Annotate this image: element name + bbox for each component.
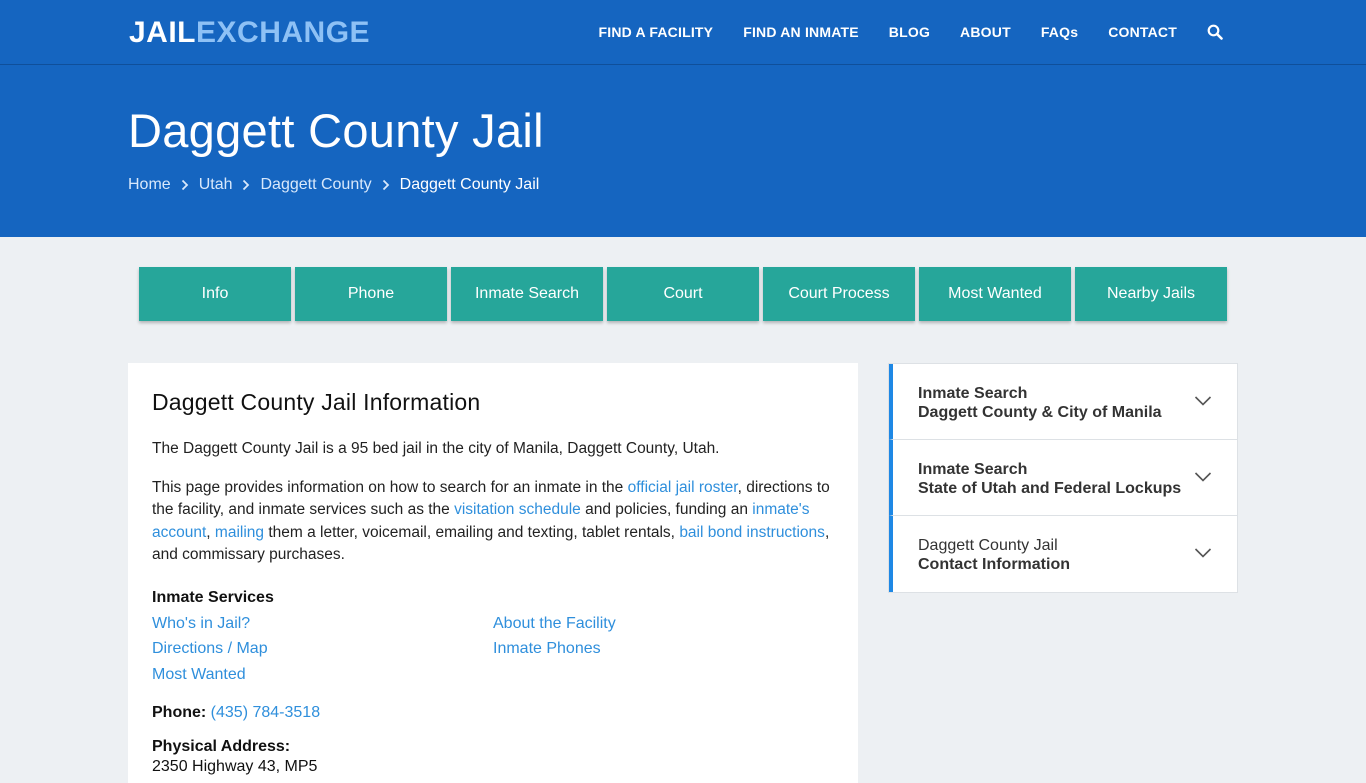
link-visitation-schedule[interactable]: visitation schedule — [454, 501, 581, 518]
accordion-inmate-search-state[interactable]: Inmate Search State of Utah and Federal … — [889, 440, 1237, 516]
accordion-subtitle: State of Utah and Federal Lockups — [918, 480, 1182, 497]
page-title: Daggett County Jail — [128, 104, 544, 157]
desc-text-3: and policies, funding an — [580, 501, 753, 518]
tab-most-wanted[interactable]: Most Wanted — [919, 267, 1071, 321]
tab-phone[interactable]: Phone — [295, 267, 447, 321]
link-mailing[interactable]: mailing — [215, 524, 264, 541]
accordion-title: Inmate Search — [918, 461, 1028, 478]
link-official-jail-roster[interactable]: official jail roster — [628, 479, 738, 496]
tab-nearby-jails[interactable]: Nearby Jails — [1075, 267, 1227, 321]
breadcrumb-state[interactable]: Utah — [199, 176, 233, 194]
nav-faqs[interactable]: FAQs — [1041, 24, 1078, 40]
chevron-down-icon — [1194, 548, 1212, 558]
service-most-wanted[interactable]: Most Wanted — [152, 664, 493, 686]
info-card: Daggett County Jail Information The Dagg… — [128, 363, 858, 783]
hero-banner: Daggett County Jail Home Utah Daggett Co… — [0, 65, 1366, 237]
nav-find-inmate[interactable]: FIND AN INMATE — [743, 24, 859, 40]
accordion-title: Inmate Search — [918, 385, 1028, 402]
accordion-subtitle: Daggett County & City of Manila — [918, 404, 1162, 421]
chevron-right-icon — [243, 179, 250, 191]
nav-find-facility[interactable]: FIND A FACILITY — [598, 24, 713, 40]
description-text: This page provides information on how to… — [152, 477, 834, 567]
chevron-right-icon — [382, 179, 389, 191]
breadcrumb-home[interactable]: Home — [128, 176, 171, 194]
service-whos-in-jail[interactable]: Who's in Jail? — [152, 613, 493, 635]
accordion-inmate-search-county[interactable]: Inmate Search Daggett County & City of M… — [889, 364, 1237, 440]
address-label: Physical Address: — [152, 738, 291, 755]
main-nav: FIND A FACILITY FIND AN INMATE BLOG ABOU… — [598, 0, 1366, 64]
chevron-right-icon — [181, 179, 188, 191]
logo-part2: EXCHANGE — [196, 16, 371, 49]
nav-contact[interactable]: CONTACT — [1108, 24, 1177, 40]
chevron-down-icon — [1194, 396, 1212, 406]
desc-text-4: , — [206, 523, 215, 541]
accordion-title: Daggett County Jail — [918, 537, 1058, 554]
site-logo[interactable]: JAILEXCHANGE — [129, 16, 370, 50]
info-heading: Daggett County Jail Information — [152, 389, 481, 415]
phone-line: Phone: (435) 784-3518 — [152, 704, 834, 722]
service-inmate-phones[interactable]: Inmate Phones — [493, 638, 793, 660]
chevron-down-icon — [1194, 472, 1212, 482]
accordion-subtitle: Contact Information — [918, 556, 1070, 573]
service-about-facility[interactable]: About the Facility — [493, 613, 793, 635]
breadcrumb: Home Utah Daggett County Daggett County … — [128, 176, 539, 194]
section-tabs: Info Phone Inmate Search Court Court Pro… — [139, 267, 1231, 321]
accordion-contact-info[interactable]: Daggett County Jail Contact Information — [889, 516, 1237, 592]
search-icon — [1207, 24, 1223, 40]
tab-info[interactable]: Info — [139, 267, 291, 321]
services-list: Who's in Jail? About the Facility Direct… — [152, 613, 834, 686]
search-button[interactable] — [1207, 24, 1223, 40]
nav-about[interactable]: ABOUT — [960, 24, 1011, 40]
tab-court-process[interactable]: Court Process — [763, 267, 915, 321]
tab-inmate-search[interactable]: Inmate Search — [451, 267, 603, 321]
link-bail-bond-instructions[interactable]: bail bond instructions — [679, 524, 825, 541]
sidebar-accordion: Inmate Search Daggett County & City of M… — [888, 363, 1238, 593]
phone-label: Phone: — [152, 704, 207, 721]
service-directions-map[interactable]: Directions / Map — [152, 638, 493, 660]
phone-link[interactable]: (435) 784-3518 — [211, 704, 320, 721]
desc-text-5: them a letter, voicemail, emailing and t… — [264, 523, 680, 541]
logo-part1: JAIL — [129, 16, 197, 49]
intro-text: The Daggett County Jail is a 95 bed jail… — [152, 440, 720, 457]
breadcrumb-current: Daggett County Jail — [399, 176, 540, 193]
tab-court[interactable]: Court — [607, 267, 759, 321]
top-navbar: JAILEXCHANGE FIND A FACILITY FIND AN INM… — [0, 0, 1366, 65]
breadcrumb-county[interactable]: Daggett County — [260, 176, 371, 194]
desc-text-1: This page provides information on how to… — [152, 478, 628, 496]
services-title: Inmate Services — [152, 588, 274, 606]
address-value: 2350 Highway 43, MP5 — [152, 758, 318, 775]
nav-blog[interactable]: BLOG — [889, 24, 930, 40]
